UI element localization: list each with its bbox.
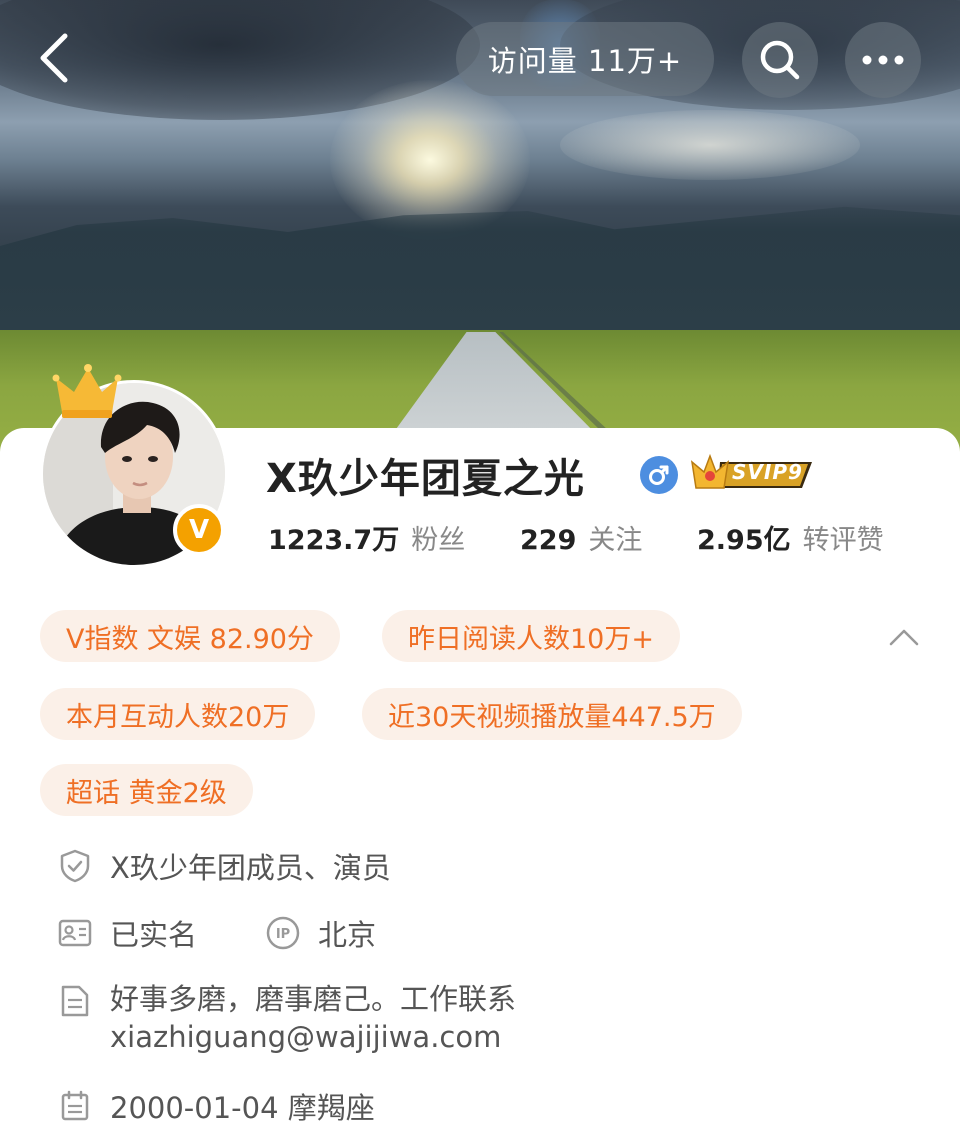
- info-real-name: 已实名: [58, 912, 197, 954]
- chevron-up-icon: [889, 629, 919, 646]
- svip-badge[interactable]: SVIP9: [690, 453, 814, 494]
- more-icon: [862, 55, 904, 65]
- identity-text: X玖少年团成员、演员: [110, 851, 391, 885]
- bio-line: xiazhiguang@wajijiwa.com: [110, 1020, 502, 1054]
- stat-label: 关注: [588, 525, 643, 556]
- verified-v-icon: V: [173, 504, 225, 556]
- real-name-text: 已实名: [110, 918, 198, 952]
- stat-value: 1223.7万: [268, 525, 400, 556]
- more-options-button[interactable]: [845, 22, 921, 98]
- ip-icon: IP: [266, 916, 300, 950]
- info-birthday: 2000-01-04 摩羯座: [58, 1085, 375, 1127]
- verified-badge-letter: V: [188, 515, 210, 545]
- back-arrow-icon: [40, 33, 68, 83]
- tag-video-plays[interactable]: 近30天视频播放量447.5万: [362, 688, 742, 740]
- bio-text-block: 好事多磨，磨事磨己。工作联系 xiazhiguang@wajijiwa.com: [110, 980, 516, 1056]
- calendar-icon: [58, 1089, 92, 1123]
- stat-label: 粉丝: [411, 525, 466, 556]
- search-icon: [760, 40, 800, 80]
- tag-monthly-interactions[interactable]: 本月互动人数20万: [40, 688, 316, 740]
- back-button[interactable]: [24, 28, 84, 88]
- ip-location-text: 北京: [318, 918, 377, 952]
- male-icon: [640, 456, 678, 494]
- collapse-tags-button[interactable]: [884, 620, 924, 654]
- search-button[interactable]: [742, 22, 818, 98]
- stat-value: 2.95亿: [697, 525, 791, 556]
- visits-label: 访问量 11万+: [487, 44, 683, 78]
- profile-name: X玖少年团夏之光: [266, 456, 585, 502]
- tag-super-topic[interactable]: 超话 黄金2级: [40, 764, 253, 816]
- stat-value: 229: [520, 525, 577, 556]
- svip-label: SVIP9: [732, 460, 803, 484]
- info-identity: X玖少年团成员、演员: [58, 845, 391, 887]
- crown-icon: [52, 364, 122, 418]
- tag-yesterday-readers[interactable]: 昨日阅读人数10万+: [382, 610, 680, 662]
- bio-line: 好事多磨，磨事磨己。工作联系: [110, 982, 517, 1016]
- birthday-text: 2000-01-04 摩羯座: [110, 1091, 375, 1125]
- info-ip-location: IP 北京: [266, 912, 376, 954]
- id-card-icon: [58, 916, 92, 950]
- visits-count-pill[interactable]: 访问量 11万+: [456, 22, 714, 96]
- tag-v-index[interactable]: V指数 文娱 82.90分: [40, 610, 340, 662]
- shield-icon: [58, 849, 92, 883]
- cover-cloud: [560, 110, 860, 180]
- stat-fans[interactable]: 1223.7万 粉丝: [268, 518, 465, 558]
- svg-text:IP: IP: [276, 927, 290, 942]
- stat-label: 转评赞: [802, 525, 884, 556]
- stat-reposts-comments-likes[interactable]: 2.95亿 转评赞: [697, 518, 884, 558]
- stat-following[interactable]: 229 关注: [520, 518, 642, 558]
- info-bio: 好事多磨，磨事磨己。工作联系 xiazhiguang@wajijiwa.com: [58, 980, 516, 1056]
- document-icon: [58, 984, 92, 1018]
- avatar-container[interactable]: V: [40, 364, 230, 570]
